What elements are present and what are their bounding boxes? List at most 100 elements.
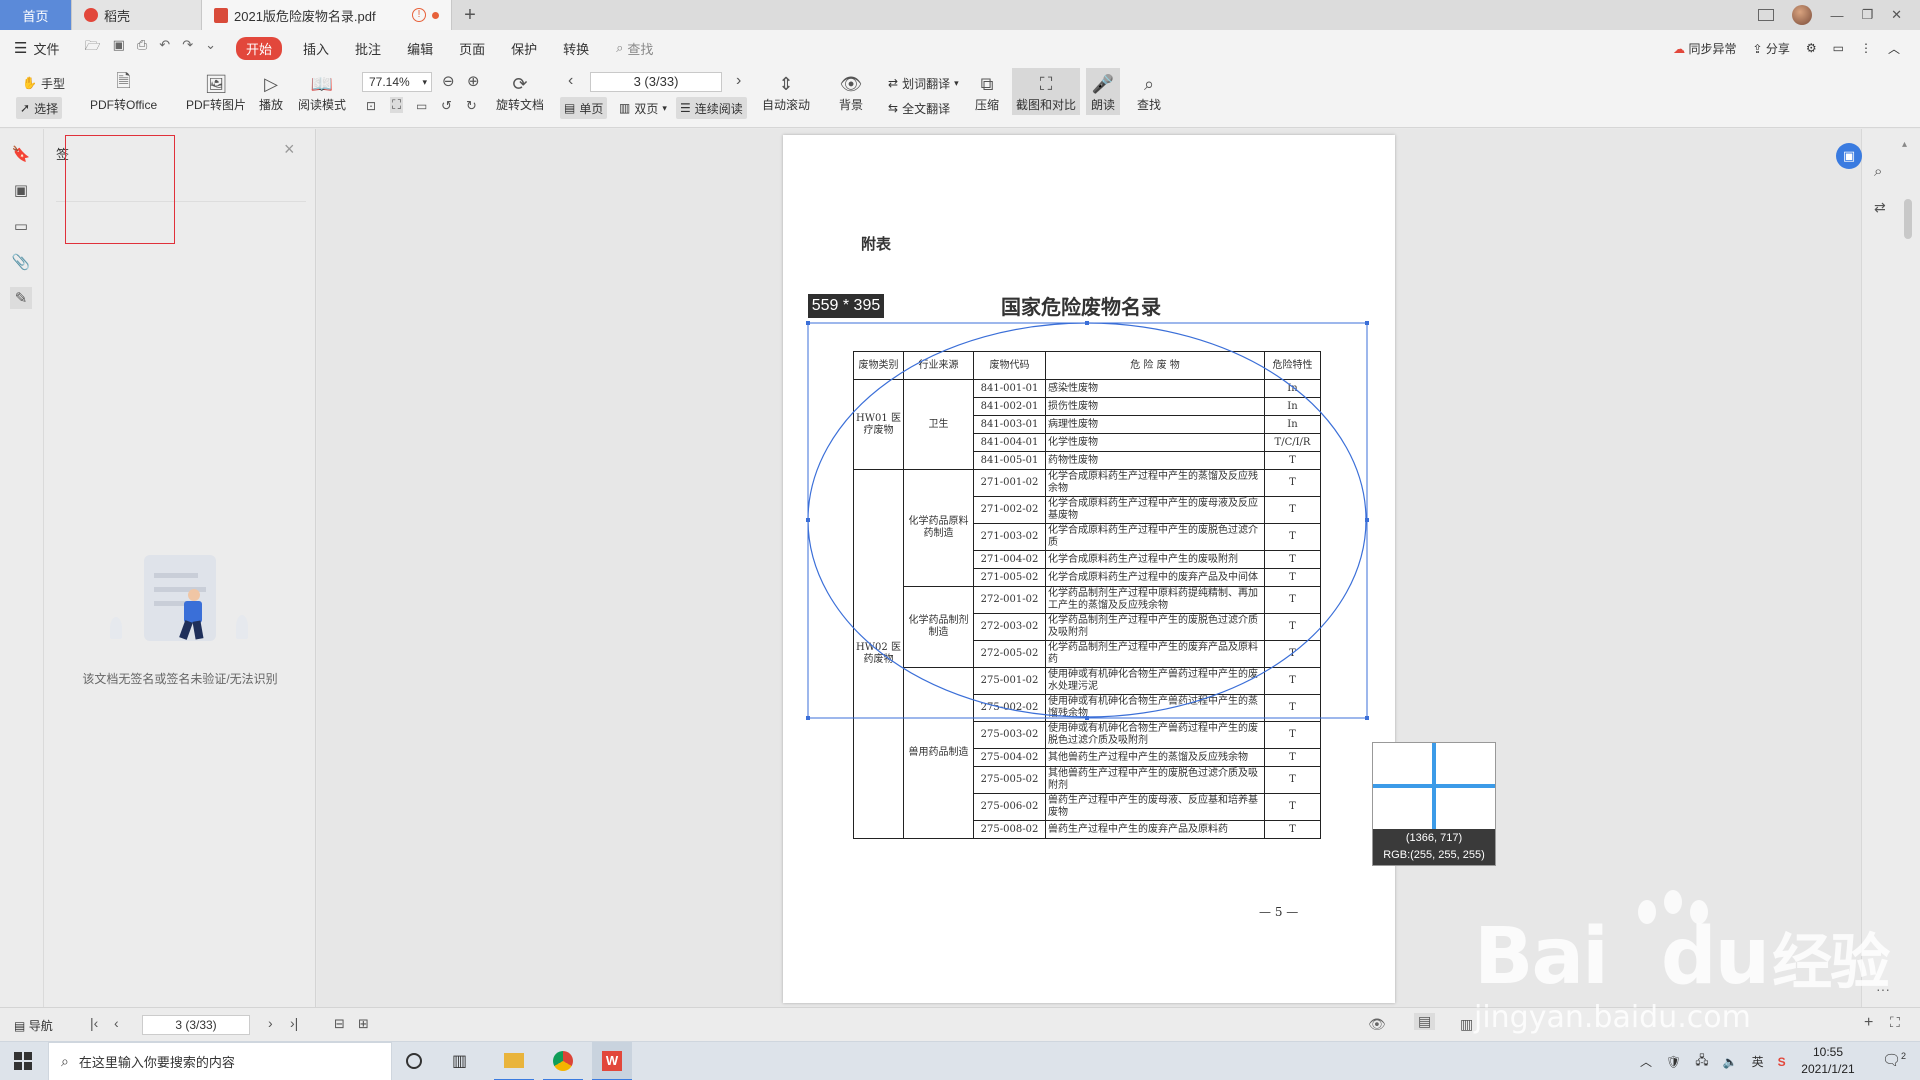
network-icon[interactable]: 🖧 (1695, 1051, 1708, 1072)
eye-status-icon[interactable]: 👁 (1368, 1016, 1386, 1033)
save-icon[interactable]: ▣ (113, 37, 125, 59)
redo-icon[interactable]: ↷ (182, 37, 193, 59)
fit-page-icon[interactable]: ⛶ (390, 97, 404, 113)
ai-assist-icon[interactable]: ▣ (1836, 143, 1862, 169)
full-translate-button[interactable]: ⇆ 全文翻译 (884, 97, 954, 119)
tab-home[interactable]: 首页 (0, 0, 72, 30)
file-explorer-icon[interactable] (494, 1042, 534, 1080)
prev-page-status-icon[interactable]: ‹ (114, 1015, 119, 1031)
signature-icon[interactable]: ✎ (10, 287, 32, 309)
continuous-read-button[interactable]: ☰ 连续阅读 (676, 97, 747, 119)
sync-button[interactable]: ☁ 同步异常 (1673, 40, 1736, 57)
rotate-left-icon[interactable]: ↺ (441, 98, 452, 114)
volume-icon[interactable]: 🔈 (1723, 1055, 1738, 1069)
layout-icon[interactable] (1758, 9, 1775, 21)
tab-document[interactable]: 2021版危险废物名录.pdf ! (202, 0, 452, 30)
translate-side-icon[interactable]: ⇄ (1874, 199, 1886, 216)
tray-security-icon[interactable]: 🛡 (1666, 1055, 1681, 1069)
notification-icon[interactable]: 🗨2 (1882, 1051, 1906, 1069)
compress-button[interactable]: ⧉ 压缩 (974, 72, 1000, 113)
minimize-icon[interactable]: — (1830, 8, 1843, 23)
print-icon[interactable]: ⎙ (137, 37, 147, 59)
auto-scroll-button[interactable]: ⇕ 自动滚动 (762, 72, 810, 113)
menu-search[interactable]: 查找 (627, 39, 653, 58)
fullscreen-icon[interactable]: ⛶ (1890, 1014, 1900, 1031)
comment-icon[interactable]: ▭ (10, 215, 32, 237)
taskbar-search[interactable]: ⌕ 在这里输入你要搜索的内容 (48, 1042, 392, 1080)
collapse-icon[interactable]: ︿ (1888, 40, 1900, 57)
last-page-icon[interactable]: ›| (290, 1015, 298, 1031)
double-page-button[interactable]: ▥ 双页 ▾ (615, 97, 671, 119)
select-tool[interactable]: ➚ 选择 (16, 97, 63, 119)
attachment-icon[interactable]: 📎 (10, 251, 32, 273)
menu-insert[interactable]: 插入 (290, 39, 342, 58)
thumbnail-icon[interactable]: ▣ (10, 179, 32, 201)
page-input[interactable]: 3 (3/33) (590, 72, 722, 92)
hamburger-icon[interactable]: ☰ (14, 39, 27, 57)
scroll-up-icon[interactable]: ▴ (1902, 139, 1907, 150)
next-page-icon[interactable]: › (736, 72, 741, 90)
zoom-plus-icon[interactable]: + (1864, 1014, 1873, 1032)
windows-start-icon[interactable] (14, 1052, 32, 1070)
pdf-to-office-button[interactable]: 🗎 PDF转Office (90, 71, 157, 113)
read-aloud-button[interactable]: 🎤 朗读 (1086, 68, 1120, 115)
menu-annotate[interactable]: 批注 (342, 39, 394, 58)
undo-icon[interactable]: ↶ (159, 37, 170, 59)
zoom-select[interactable]: 77.14% ▾ (362, 72, 432, 92)
background-button[interactable]: 👁 背景 (838, 72, 864, 113)
menu-edit[interactable]: 编辑 (394, 39, 446, 58)
sogou-icon[interactable]: S (1778, 1055, 1786, 1069)
tray-up-icon[interactable]: ︿ (1640, 1053, 1652, 1070)
screenshot-compare-button[interactable]: ⛶ 截图和对比 (1012, 68, 1081, 115)
more-dots-icon[interactable]: ··· (1876, 981, 1890, 997)
cortana-icon[interactable] (406, 1053, 422, 1069)
hand-tool[interactable]: ✋ 手型 (18, 72, 69, 94)
menu-file[interactable]: 文件 (31, 39, 72, 58)
search-icon[interactable]: ⌕ (616, 40, 623, 56)
avatar[interactable] (1792, 5, 1813, 25)
panel-close-icon[interactable]: × (284, 139, 295, 160)
find-button[interactable]: ⌕ 查找 (1136, 72, 1162, 113)
zoom-out-icon[interactable]: ⊖ (442, 72, 455, 90)
scrollbar-thumb[interactable] (1904, 199, 1912, 239)
status-page-input[interactable]: 3 (3/33) (142, 1015, 250, 1035)
settings-icon[interactable]: ⚙ (1806, 41, 1817, 55)
menu-protect[interactable]: 保护 (498, 39, 550, 58)
menu-page[interactable]: 页面 (446, 39, 498, 58)
rotate-doc-button[interactable]: ⟳ 旋转文档 (496, 72, 544, 113)
nav-toggle[interactable]: ▤ 导航 (14, 1017, 53, 1034)
wps-icon[interactable]: W (592, 1042, 632, 1080)
zoom-in-icon[interactable]: ⊕ (467, 72, 480, 90)
word-translate-button[interactable]: ⇄ 划词翻译 ▾ (884, 72, 963, 94)
single-page-button[interactable]: ▤ 单页 (560, 97, 608, 119)
comment-icon[interactable]: ▭ (1833, 41, 1844, 55)
tab-daoke[interactable]: 稻壳 (72, 0, 202, 30)
warning-icon[interactable]: ! (412, 8, 426, 22)
fit-width-icon[interactable]: ▭ (416, 99, 427, 113)
close-icon[interactable]: ✕ (1891, 7, 1902, 23)
restore-icon[interactable]: ❐ (1861, 7, 1873, 23)
dropdown-icon[interactable]: ⌄ (205, 37, 216, 59)
actual-size-icon[interactable]: ⊡ (366, 99, 376, 113)
read-mode-button[interactable]: 📖 阅读模式 (298, 72, 346, 113)
bookmark-icon[interactable]: 🔖 (10, 143, 32, 165)
prev-page-icon[interactable]: ‹ (568, 72, 573, 90)
menu-convert[interactable]: 转换 (550, 39, 602, 58)
chrome-icon[interactable] (543, 1042, 583, 1080)
single-status-icon[interactable]: ▤ (1414, 1013, 1436, 1030)
pdf-to-image-button[interactable]: 🖼 PDF转图片 (186, 72, 246, 113)
play-button[interactable]: ▷ 播放 (258, 72, 284, 113)
next-page-status-icon[interactable]: › (268, 1015, 273, 1031)
pdf-page[interactable]: 附表 国家危险废物名录 废物类别 行业来源 废物代码 危 险 废 物 危险特性 … (783, 135, 1395, 1003)
ime-icon[interactable]: 英 (1752, 1053, 1764, 1070)
fit-icon[interactable]: ⊟ (334, 1016, 345, 1032)
open-icon[interactable]: 🗁 (84, 37, 100, 59)
rotate-right-icon[interactable]: ↻ (466, 98, 477, 114)
new-tab-button[interactable]: + (452, 0, 488, 30)
share-button[interactable]: ⇪ 分享 (1752, 40, 1789, 57)
double-status-icon[interactable]: ▥ (1460, 1016, 1473, 1033)
first-page-icon[interactable]: |‹ (90, 1015, 98, 1031)
fit2-icon[interactable]: ⊞ (358, 1016, 369, 1032)
task-view-icon[interactable]: ▥ (452, 1051, 467, 1071)
menu-start[interactable]: 开始 (236, 36, 283, 60)
